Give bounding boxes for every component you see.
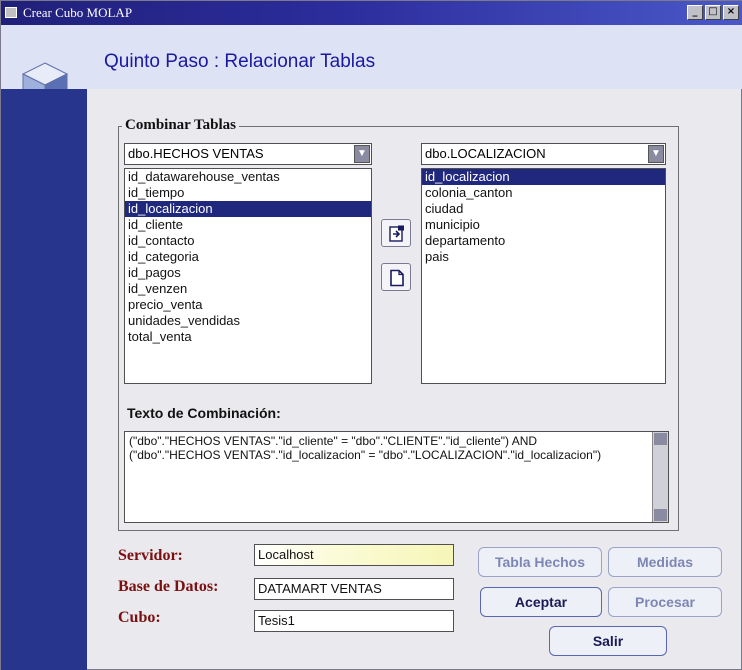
accept-button[interactable]: Aceptar [480,587,602,617]
right-column-list-item[interactable]: ciudad [422,201,665,217]
scroll-down-icon[interactable] [654,509,667,521]
right-table-select[interactable]: dbo.LOCALIZACION ▼ [421,143,666,165]
exit-button[interactable]: Salir [549,626,667,656]
left-column-list-item[interactable]: id_categoria [125,249,371,265]
chevron-down-icon[interactable]: ▼ [354,145,370,163]
scroll-up-icon[interactable] [654,433,667,445]
cube-label: Cubo: [118,609,161,626]
window-title: Crear Cubo MOLAP [23,5,133,20]
title-bar[interactable]: Crear Cubo MOLAP _ □ × [1,1,742,25]
right-column-list-item[interactable]: municipio [422,217,665,233]
minimize-button[interactable]: _ [687,5,703,20]
left-table-value: dbo.HECHOS VENTAS [128,146,264,161]
right-column-list-item[interactable]: departamento [422,233,665,249]
right-column-list-item[interactable]: pais [422,249,665,265]
left-column-list-item[interactable]: id_pagos [125,265,371,281]
left-column-list-item[interactable]: id_venzen [125,281,371,297]
new-document-icon [390,269,404,287]
measures-button[interactable]: Medidas [608,547,722,577]
right-column-list-item[interactable]: colonia_canton [422,185,665,201]
maximize-button[interactable]: □ [705,5,721,20]
main-window: Crear Cubo MOLAP _ □ × Quinto Paso : Rel… [0,0,742,670]
cube-name-field[interactable]: Tesis1 [254,610,454,632]
left-column-list-item[interactable]: precio_venta [125,297,371,313]
server-label: Servidor: [118,547,183,564]
left-column-list-item[interactable]: id_cliente [125,217,371,233]
left-decor-strip [1,89,87,670]
combination-line-1: ("dbo"."HECHOS VENTAS"."id_cliente" = "d… [129,434,538,448]
combination-text-area[interactable]: ("dbo"."HECHOS VENTAS"."id_cliente" = "d… [124,431,669,523]
add-relation-button[interactable] [381,219,411,247]
clear-relation-button[interactable] [381,263,411,291]
add-relation-icon [389,225,404,242]
right-columns-list[interactable]: id_localizacion colonia_canton ciudad munic… [421,168,666,384]
right-table-value: dbo.LOCALIZACION [425,146,546,161]
left-column-list-item[interactable]: total_venta [125,329,371,345]
left-column-list-item[interactable]: id_tiempo [125,185,371,201]
chevron-down-icon[interactable]: ▼ [648,145,664,163]
app-icon [5,7,17,18]
combine-tables-legend: Combinar Tablas [122,117,240,134]
combination-line-2: ("dbo"."HECHOS VENTAS"."id_localizacion"… [129,448,602,462]
left-columns-list[interactable]: id_datawarehouse_ventas id_tiempo id_local… [124,168,372,384]
left-column-list-item[interactable]: id_localizacion [125,201,371,217]
left-column-list-item[interactable]: unidades_vendidas [125,313,371,329]
left-column-list-item[interactable]: id_datawarehouse_ventas [125,169,371,185]
database-field[interactable]: DATAMART VENTAS [254,578,454,600]
combination-text-label: Texto de Combinación: [127,405,281,421]
server-field[interactable]: Localhost [254,544,454,566]
database-label: Base de Datos: [118,578,219,595]
vertical-scrollbar[interactable] [652,432,668,522]
page-title: Quinto Paso : Relacionar Tablas [104,51,376,72]
process-button[interactable]: Procesar [608,587,722,617]
right-column-list-item[interactable]: id_localizacion [422,169,665,185]
left-table-select[interactable]: dbo.HECHOS VENTAS ▼ [124,143,372,165]
close-button[interactable]: × [723,5,739,20]
fact-table-button[interactable]: Tabla Hechos [478,547,602,577]
wizard-header: Quinto Paso : Relacionar Tablas [1,25,742,110]
left-column-list-item[interactable]: id_contacto [125,233,371,249]
